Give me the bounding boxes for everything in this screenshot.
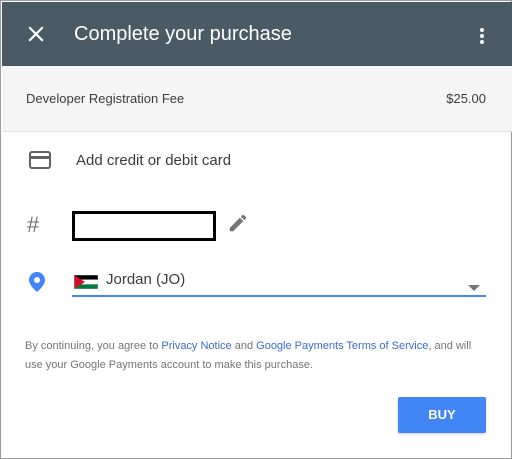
dialog-title: Complete your purchase: [74, 23, 292, 45]
pencil-icon[interactable]: [227, 212, 249, 239]
buy-button[interactable]: BUY: [398, 397, 486, 433]
country-select[interactable]: Jordan (JO): [72, 266, 486, 297]
terms-notice: By continuing, you agree to Privacy Noti…: [25, 337, 489, 375]
fee-summary: Developer Registration Fee $25.00: [2, 66, 512, 132]
purchase-dialog: Complete your purchase Developer Registr…: [0, 0, 512, 459]
close-icon[interactable]: [24, 22, 48, 46]
redacted-field: [72, 211, 216, 241]
terms-of-service-link[interactable]: Google Payments Terms of Service: [256, 340, 428, 352]
notice-prefix: By continuing, you agree to: [25, 340, 162, 352]
dialog-header: Complete your purchase: [2, 2, 512, 66]
credit-card-icon: [29, 151, 51, 174]
notice-and: and: [231, 340, 257, 352]
add-card-option[interactable]: Add credit or debit card: [2, 133, 512, 189]
jordan-flag-icon: [73, 274, 99, 294]
more-vert-icon[interactable]: [472, 24, 492, 48]
add-card-label: Add credit or debit card: [76, 152, 232, 169]
country-value: Jordan (JO): [106, 271, 186, 288]
hash-icon: #: [27, 212, 40, 237]
fee-label: Developer Registration Fee: [26, 91, 185, 106]
fee-amount: $25.00: [446, 91, 486, 106]
privacy-notice-link[interactable]: Privacy Notice: [161, 340, 231, 352]
location-pin-icon: [28, 271, 46, 298]
chevron-down-icon: [468, 278, 480, 296]
